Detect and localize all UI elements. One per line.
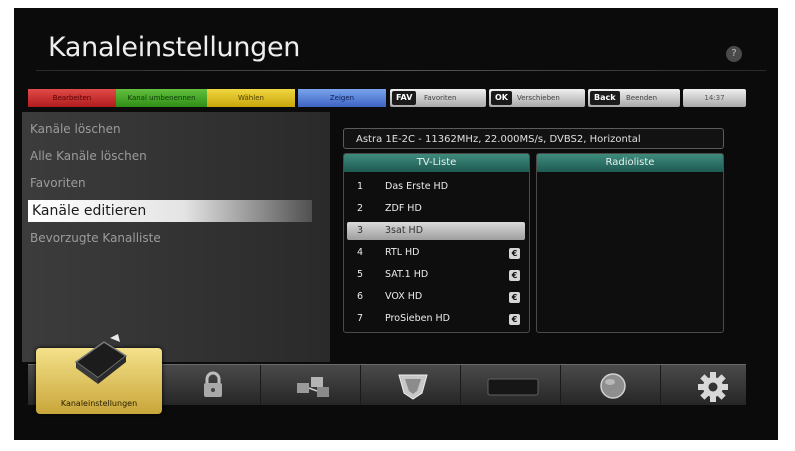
globe-icon xyxy=(600,373,626,399)
channel-row[interactable]: 5 SAT.1 HD € xyxy=(347,266,525,284)
menu-item-preferred-channel-list[interactable]: Bevorzugte Kanalliste xyxy=(30,227,161,249)
channel-name: VOX HD xyxy=(385,291,423,302)
page-title: Kanaleinstellungen xyxy=(48,32,301,63)
channel-row-selected[interactable]: 3 3sat HD xyxy=(347,222,525,240)
transponder-info: Astra 1E-2C - 11362MHz, 22.000MS/s, DVBS… xyxy=(343,128,724,149)
channel-name: Das Erste HD xyxy=(385,181,449,192)
channel-row[interactable]: 2 ZDF HD xyxy=(347,200,525,218)
radio-list-title: Radioliste xyxy=(537,154,723,172)
tile-tv[interactable] xyxy=(466,365,561,405)
channel-row[interactable]: 1 Das Erste HD xyxy=(347,178,525,196)
radio-list-panel: Radioliste xyxy=(536,153,724,333)
channel-number: 5 xyxy=(357,269,364,280)
help-icon[interactable]: ? xyxy=(726,46,742,62)
encrypted-icon: € xyxy=(509,248,520,259)
tile-lock[interactable] xyxy=(166,365,261,405)
channel-number: 4 xyxy=(357,247,364,258)
channel-number: 1 xyxy=(357,181,364,192)
shield-icon xyxy=(398,374,428,400)
key-bar: Bearbeiten Kanal umbenennen Wählen Zeige… xyxy=(28,89,746,107)
back-tag: Back xyxy=(590,91,620,105)
menu-item-favorites[interactable]: Favoriten xyxy=(30,172,86,194)
encrypted-icon: € xyxy=(509,270,520,281)
menu-item-delete-all-channels[interactable]: Alle Kanäle löschen xyxy=(30,145,147,167)
menu-item-edit-channels[interactable]: Kanäle editieren xyxy=(28,200,312,222)
channel-name: 3sat HD xyxy=(385,225,424,236)
channel-number: 2 xyxy=(357,203,364,214)
lock-icon xyxy=(204,371,222,397)
blue-key-button[interactable]: Zeigen xyxy=(298,89,386,107)
tile-channel-settings-active[interactable]: Kanaleinstellungen xyxy=(36,334,162,414)
tv-icon xyxy=(487,378,539,396)
tv-list-title: TV-Liste xyxy=(344,154,529,172)
encrypted-icon: € xyxy=(509,314,520,325)
satellite-receiver-icon xyxy=(74,334,128,384)
tile-settings[interactable] xyxy=(666,365,760,405)
tile-network[interactable] xyxy=(266,365,361,405)
channel-row[interactable]: 7 ProSieben HD € xyxy=(347,310,525,328)
fav-label: Favoriten xyxy=(424,94,457,102)
title-divider xyxy=(36,70,766,71)
channel-row[interactable]: 6 VOX HD € xyxy=(347,288,525,306)
ok-button[interactable]: OK Verschieben xyxy=(489,89,585,107)
network-icon xyxy=(297,377,329,397)
channel-name: RTL HD xyxy=(385,247,420,258)
gear-icon xyxy=(698,372,728,402)
ok-tag: OK xyxy=(491,91,512,105)
channel-number: 6 xyxy=(357,291,364,302)
red-key-button[interactable]: Bearbeiten xyxy=(28,89,116,107)
back-button[interactable]: Back Beenden xyxy=(588,89,680,107)
encrypted-icon: € xyxy=(509,292,520,303)
back-label: Beenden xyxy=(626,94,658,102)
clock: 14:37 xyxy=(683,89,746,107)
tile-shield[interactable] xyxy=(366,365,461,405)
channel-number: 3 xyxy=(357,225,364,236)
ok-label: Verschieben xyxy=(517,94,560,102)
yellow-key-button[interactable]: Wählen xyxy=(207,89,295,107)
active-tile-label: Kanaleinstellungen xyxy=(60,399,138,408)
channel-name: ZDF HD xyxy=(385,203,422,214)
tile-globe[interactable] xyxy=(566,365,661,405)
fav-tag: FAV xyxy=(392,91,417,105)
fav-button[interactable]: FAV Favoriten xyxy=(390,89,486,107)
tv-list-panel: TV-Liste 1 Das Erste HD 2 ZDF HD 3 3sat … xyxy=(343,153,530,333)
green-key-button[interactable]: Kanal umbenennen xyxy=(116,89,207,107)
channel-row[interactable]: 4 RTL HD € xyxy=(347,244,525,262)
channel-name: ProSieben HD xyxy=(385,313,450,324)
menu-item-delete-channels[interactable]: Kanäle löschen xyxy=(30,118,121,140)
channel-name: SAT.1 HD xyxy=(385,269,429,280)
settings-menu: Kanäle löschen Alle Kanäle löschen Favor… xyxy=(22,112,330,362)
channel-number: 7 xyxy=(357,313,364,324)
